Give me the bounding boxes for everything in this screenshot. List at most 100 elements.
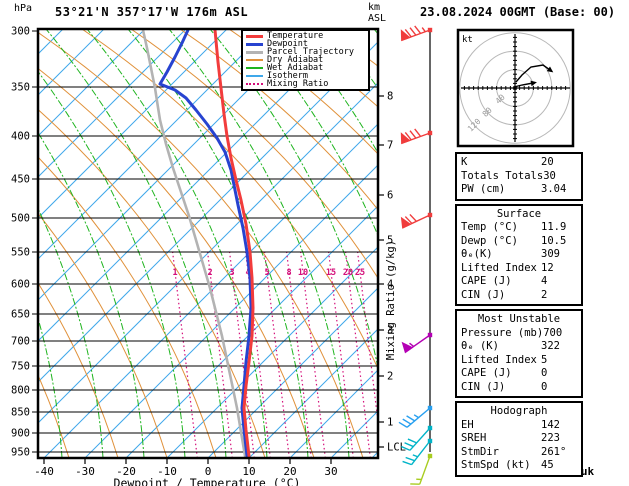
wind-barb (400, 25, 433, 42)
stat-value: 2 (541, 288, 548, 301)
stat-label: EH (461, 418, 474, 431)
hodograph_stats-panel-title: Hodograph (490, 405, 548, 417)
valid-datetime-label: 23.08.2024 00GMT (Base: 00) (420, 5, 616, 19)
most_unstable-row: CAPE (J) 0 (457, 367, 581, 381)
hodograph_stats-row: EH 142 (457, 419, 581, 433)
stat-value: 3.04 (541, 183, 567, 195)
indices-panel-stack: K 20 Totals Totals 30 PW (cm) 3.04 Surface Temp… (455, 152, 583, 480)
stat-label: CIN (J) (461, 288, 506, 301)
wind-barb (398, 405, 433, 428)
pressure-tick-label: 350 (11, 82, 30, 94)
stat-label: CAPE (J) (461, 275, 512, 287)
hodograph_stats-row: StmDir 261° (457, 446, 581, 460)
mixing-ratio-label: 20 (343, 268, 353, 278)
wind-barb (410, 453, 433, 485)
pressure-tick-label: 800 (11, 385, 30, 397)
altitude-unit-asl-label: ASL (368, 13, 387, 24)
stat-value: 12 (541, 261, 554, 274)
stat-label: StmDir (461, 445, 499, 458)
wind-barb (400, 212, 433, 229)
pressure-unit-label: hPa (14, 3, 33, 14)
wind-barb (400, 128, 433, 145)
mixing-ratio-label: 1 (172, 268, 177, 278)
stat-value: 223 (541, 432, 560, 444)
most_unstable-panel: Most Unstable Pressure (mb) 700 θₑ (K) 322 Li… (455, 309, 583, 398)
stat-value: 309 (541, 248, 560, 260)
pressure-tick-label: 600 (11, 279, 30, 291)
stat-value: 0 (541, 367, 548, 379)
pressure-tick-label: 700 (11, 336, 30, 348)
stat-value: 700 (543, 326, 563, 339)
stat-label: θₑ(K) (461, 248, 493, 260)
mixing-ratio-label: 2 (207, 268, 212, 278)
dewpoint-curve (158, 30, 253, 457)
km-tick-label: 7 (387, 140, 393, 152)
wind-barb-level-marker (427, 332, 433, 338)
stat-value: 45 (541, 459, 554, 471)
surface-row: CIN (J) 2 (457, 289, 581, 303)
legend-swatch-mixing-ratio (246, 83, 263, 85)
legend-swatch-temperature (246, 34, 263, 38)
stat-label: Pressure (mb) (461, 326, 544, 339)
temp-tick-label: 30 (324, 465, 337, 478)
stat-label: CIN (J) (461, 380, 506, 393)
indices-row: K 20 (457, 156, 581, 170)
km-tick-label: 1 (387, 417, 393, 429)
stat-value: 261° (541, 445, 567, 458)
legend-item: Mixing Ratio (243, 80, 368, 88)
mixing-ratio-label: 8 (286, 268, 291, 278)
wind-barb-level-marker (427, 405, 433, 411)
stat-label: Temp (°C) (461, 221, 518, 233)
stat-label: Lifted Index (461, 261, 537, 274)
stat-value: 0 (541, 380, 548, 393)
pressure-tick-label: 550 (11, 247, 30, 259)
stat-label: PW (cm) (461, 183, 506, 195)
stat-value: 20 (541, 156, 554, 168)
wind-barb-level-marker (427, 130, 433, 136)
pressure-tick-label: 850 (11, 407, 30, 419)
surface-row: Temp (°C) 11.9 (457, 221, 581, 235)
pressure-tick-label: 450 (11, 174, 30, 186)
most_unstable-row: Lifted Index 5 (457, 354, 581, 368)
hodograph_stats-panel: Hodograph EH 142 SREH 223 StmDir 261° StmSpd (k… (455, 401, 583, 477)
pressure-tick-label: 650 (11, 309, 30, 321)
most_unstable-row: θₑ (K) 322 (457, 340, 581, 354)
stat-value: 5 (541, 353, 548, 366)
hodograph-origin-marker (513, 86, 517, 90)
legend-label: Mixing Ratio (267, 79, 329, 89)
mixing-ratio-label: 15 (326, 268, 336, 278)
sounding-curves (141, 30, 255, 457)
hodograph-unit-label: kt (462, 35, 473, 45)
surface-row: θₑ(K) 309 (457, 248, 581, 262)
legend-swatch-parcel-trajectory (246, 50, 263, 54)
hodograph_stats-row: StmSpd (kt) 45 (457, 459, 581, 473)
most_unstable-row: Pressure (mb) 700 (457, 327, 581, 341)
most_unstable-panel-title: Most Unstable (477, 313, 561, 325)
mixing-ratio-label: 10 (298, 268, 308, 278)
wind-barb-level-marker (427, 453, 433, 459)
pressure-tick-label: 300 (11, 26, 30, 38)
stat-label: StmSpd (kt) (461, 459, 531, 471)
surface-panel-title: Surface (496, 207, 542, 220)
skewt-sounding-page: 300 350 400 450 500 550 600 650 700 750 800 850 900 9… (0, 0, 629, 486)
page-title: 53°21'N 357°17'W 176m ASL (55, 5, 249, 19)
km-asl-axis: 12345678LCLMixing Ratio (g/kg) (378, 91, 406, 454)
stat-value: 30 (543, 169, 556, 182)
wind-barb (401, 332, 433, 354)
mixing-ratio-label: 3 (229, 268, 234, 278)
stat-label: CAPE (J) (461, 367, 512, 379)
pressure-tick-label: 750 (11, 361, 30, 373)
mixing-ratio-labels: 1 2 3 4 5 8 10 15 20 25 (172, 268, 365, 278)
pressure-tick-label: 950 (11, 447, 30, 459)
surface-row: Dewp (°C) 10.5 (457, 235, 581, 249)
temp-tick-label: -40 (34, 465, 54, 478)
stat-label: θₑ (K) (461, 340, 499, 352)
stat-label: Lifted Index (461, 353, 537, 366)
wind-barb-level-marker (427, 438, 433, 444)
pressure-tick-label: 400 (11, 131, 30, 143)
hodograph: 4080120kt (456, 28, 575, 148)
stat-label: Dewp (°C) (461, 234, 518, 247)
stat-value: 322 (541, 340, 560, 352)
stat-value: 10.5 (541, 234, 567, 247)
legend-swatch-dry-adiabat (246, 59, 263, 61)
